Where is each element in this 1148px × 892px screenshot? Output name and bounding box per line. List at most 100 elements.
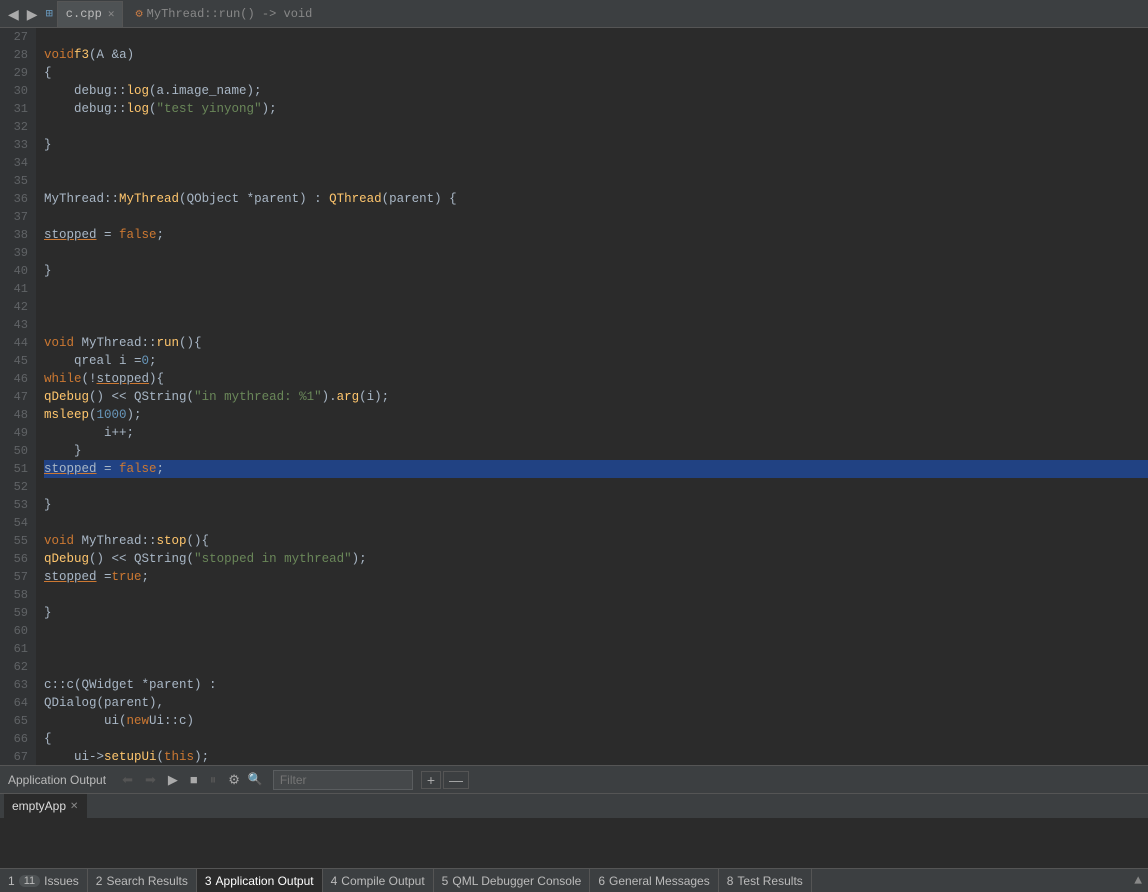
code-line: i++; — [44, 424, 1148, 442]
line-number: 55 — [8, 532, 28, 550]
line-number: 49 — [8, 424, 28, 442]
editor-area: 2728293031323334353637383940414243444546… — [0, 28, 1148, 765]
status-item-number: 1 — [8, 874, 15, 888]
code-line — [44, 280, 1148, 298]
code-line: qreal i =0; — [44, 352, 1148, 370]
output-toolbar: Application Output ⬅ ➡ ▶ ■ ⏸ ⚙ 🔍 + — — [0, 766, 1148, 794]
code-line — [44, 172, 1148, 190]
toolbar-run-button[interactable]: ▶ — [164, 770, 182, 790]
arrow-icon: ▲ — [1134, 873, 1142, 888]
toolbar-next-button[interactable]: ➡ — [141, 770, 160, 790]
file-tab-bar: ◀ ▶ ⊞ c.cpp ✕ ⚙ MyThread::run() -> void — [0, 0, 1148, 28]
line-number: 44 — [8, 334, 28, 352]
code-line: stopped =true; — [44, 568, 1148, 586]
output-tab-label: emptyApp — [12, 799, 66, 813]
status-item-label: Issues — [44, 874, 79, 888]
file-tab-cpp[interactable]: c.cpp ✕ — [57, 1, 124, 27]
line-number: 40 — [8, 262, 28, 280]
toolbar-stop-button[interactable]: ■ — [186, 770, 202, 789]
status-collapse-button[interactable]: ▲ — [1128, 869, 1148, 892]
status-item-qml-debugger[interactable]: 5 QML Debugger Console — [434, 869, 591, 892]
line-number: 34 — [8, 154, 28, 172]
status-item-number: 5 — [442, 874, 449, 888]
status-item-search-results[interactable]: 2 Search Results — [88, 869, 197, 892]
status-item-test-results[interactable]: 8 Test Results — [719, 869, 812, 892]
code-line: qDebug() << QString("stopped in mythread… — [44, 550, 1148, 568]
code-line: msleep(1000); — [44, 406, 1148, 424]
code-line: } — [44, 496, 1148, 514]
code-line: void MyThread::stop(){ — [44, 532, 1148, 550]
output-panel-title: Application Output — [8, 773, 106, 787]
line-number: 56 — [8, 550, 28, 568]
toolbar-prev-button[interactable]: ⬅ — [118, 770, 137, 790]
code-line — [44, 478, 1148, 496]
line-number: 66 — [8, 730, 28, 748]
filter-icon: 🔍 — [248, 772, 263, 787]
code-line — [44, 298, 1148, 316]
status-item-number: 4 — [331, 874, 338, 888]
line-number: 35 — [8, 172, 28, 190]
forward-button[interactable]: ▶ — [23, 0, 42, 28]
status-item-label: Test Results — [737, 874, 802, 888]
zoom-out-button[interactable]: — — [443, 771, 469, 789]
code-line: void MyThread::run(){ — [44, 334, 1148, 352]
line-number: 48 — [8, 406, 28, 424]
line-number: 63 — [8, 676, 28, 694]
code-line: } — [44, 136, 1148, 154]
output-tab-emptyapp[interactable]: emptyApp ✕ — [4, 794, 87, 818]
issues-badge: 11 — [19, 875, 40, 887]
code-line — [44, 118, 1148, 136]
status-item-label: Compile Output — [341, 874, 424, 888]
output-content — [0, 818, 1148, 868]
line-number: 41 — [8, 280, 28, 298]
zoom-controls: + — — [421, 771, 469, 789]
line-number: 36 — [8, 190, 28, 208]
file-tab-label: c.cpp — [66, 7, 102, 21]
code-line: c::c(QWidget *parent) : — [44, 676, 1148, 694]
status-item-label: General Messages — [609, 874, 710, 888]
code-line — [44, 316, 1148, 334]
code-line: QDialog(parent), — [44, 694, 1148, 712]
toolbar-attach-button[interactable]: ⏸ — [206, 770, 221, 790]
line-number: 27 — [8, 28, 28, 46]
status-item-label: Search Results — [106, 874, 187, 888]
close-output-tab-button[interactable]: ✕ — [70, 801, 78, 812]
toolbar-settings-button[interactable]: ⚙ — [224, 770, 244, 790]
status-item-number: 6 — [598, 874, 605, 888]
status-item-issues[interactable]: 1 11 Issues — [0, 869, 88, 892]
line-number: 46 — [8, 370, 28, 388]
code-line: { — [44, 730, 1148, 748]
output-panel: Application Output ⬅ ➡ ▶ ■ ⏸ ⚙ 🔍 + — emp… — [0, 765, 1148, 868]
status-item-label: Application Output — [216, 874, 314, 888]
line-number: 33 — [8, 136, 28, 154]
code-line — [44, 640, 1148, 658]
code-line: debug::log("test yinyong"); — [44, 100, 1148, 118]
code-line: { — [44, 64, 1148, 82]
line-number: 38 — [8, 226, 28, 244]
code-line: ui->setupUi(this); — [44, 748, 1148, 765]
code-line — [44, 514, 1148, 532]
back-button[interactable]: ◀ — [4, 0, 23, 28]
code-content[interactable]: void f3(A &a){ debug::log(a.image_name);… — [36, 28, 1148, 765]
line-number: 28 — [8, 46, 28, 64]
status-item-number: 3 — [205, 874, 212, 888]
code-line: MyThread::MyThread(QObject *parent) : QT… — [44, 190, 1148, 208]
status-item-general-messages[interactable]: 6 General Messages — [590, 869, 718, 892]
line-number: 59 — [8, 604, 28, 622]
zoom-in-button[interactable]: + — [421, 771, 441, 789]
line-number: 37 — [8, 208, 28, 226]
breadcrumb: ⚙ MyThread::run() -> void — [123, 6, 1144, 21]
code-line: ui(new Ui::c) — [44, 712, 1148, 730]
filter-input[interactable] — [273, 770, 413, 790]
line-number: 57 — [8, 568, 28, 586]
line-number: 43 — [8, 316, 28, 334]
line-number: 60 — [8, 622, 28, 640]
status-item-number: 2 — [96, 874, 103, 888]
line-number: 50 — [8, 442, 28, 460]
function-icon: ⚙ — [135, 6, 142, 21]
close-tab-button[interactable]: ✕ — [108, 7, 115, 21]
breadcrumb-text: MyThread::run() -> void — [147, 7, 313, 21]
status-item-app-output[interactable]: 3 Application Output — [197, 869, 323, 892]
status-item-number: 8 — [727, 874, 734, 888]
status-item-compile-output[interactable]: 4 Compile Output — [323, 869, 434, 892]
